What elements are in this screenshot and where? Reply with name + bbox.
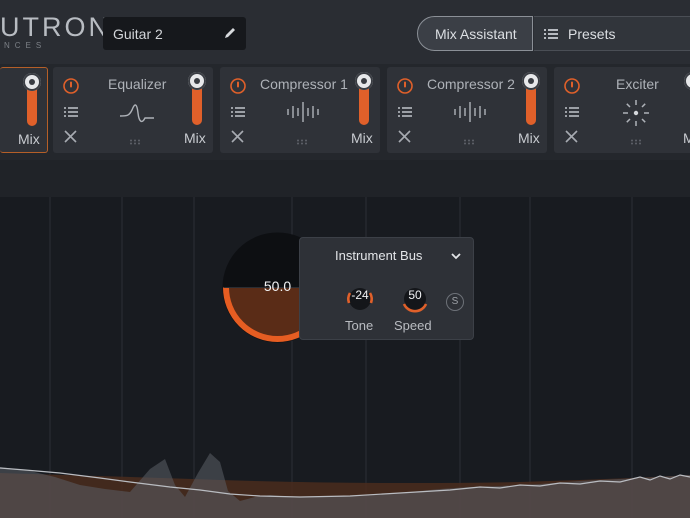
mix-fader-knob[interactable] [522, 72, 540, 90]
module-title: Equalizer [108, 76, 167, 92]
presets-label: Presets [568, 26, 616, 42]
module-partial[interactable]: Mix [0, 67, 48, 153]
drag-handle-icon[interactable] [129, 139, 141, 145]
section-divider [0, 160, 690, 197]
compressor-icon [287, 102, 319, 122]
preset-name-field[interactable]: Guitar 2 [103, 17, 246, 50]
mix-fader-knob[interactable] [355, 72, 373, 90]
close-icon[interactable] [64, 130, 77, 143]
mix-fader-knob[interactable] [684, 72, 690, 90]
module-compressor-1[interactable]: Compressor 1 Mix [220, 67, 380, 153]
module-compressor-2[interactable]: Compressor 2 Mix [387, 67, 547, 153]
module-equalizer[interactable]: Equalizer Mix [53, 67, 213, 153]
menu-icon[interactable] [398, 106, 412, 118]
list-icon [544, 29, 558, 39]
drag-handle-icon[interactable] [296, 139, 308, 145]
module-title: Compressor 2 [427, 76, 515, 92]
close-icon[interactable] [231, 130, 244, 143]
power-icon[interactable] [564, 78, 580, 94]
power-icon[interactable] [397, 78, 413, 94]
drag-handle-icon[interactable] [630, 139, 642, 145]
mix-assistant-label: Mix Assistant [435, 26, 517, 42]
mix-assistant-button[interactable]: Mix Assistant [417, 16, 533, 51]
menu-icon[interactable] [231, 106, 245, 118]
tone-value: -24 [351, 288, 369, 302]
speed-label: Speed [394, 318, 432, 333]
app-logo-subtitle: NCES [4, 41, 47, 50]
mix-assistant-panel: Instrument Bus -24 Tone 50 Speed S [299, 237, 474, 340]
pencil-icon[interactable] [222, 25, 238, 41]
close-icon[interactable] [565, 130, 578, 143]
power-icon[interactable] [63, 78, 79, 94]
top-bar: UTRON NCES Guitar 2 Mix Assistant Preset… [0, 0, 690, 65]
close-icon[interactable] [398, 130, 411, 143]
drag-handle-icon[interactable] [463, 139, 475, 145]
mix-fader-knob[interactable] [188, 72, 206, 90]
app-logo: UTRON [0, 12, 111, 42]
compressor-icon [454, 102, 486, 122]
bus-type-select[interactable]: Instrument Bus [335, 248, 422, 263]
tone-label: Tone [345, 318, 374, 333]
power-icon[interactable] [230, 78, 246, 94]
presets-button[interactable]: Presets [534, 16, 690, 51]
speed-value: 50 [408, 288, 422, 302]
menu-icon[interactable] [565, 106, 579, 118]
module-exciter[interactable]: Exciter M [554, 67, 690, 153]
mix-fader-knob[interactable] [23, 73, 41, 91]
module-title: Compressor 1 [260, 76, 348, 92]
chevron-down-icon[interactable] [450, 251, 462, 261]
mix-label: Mix [18, 131, 40, 147]
preset-name: Guitar 2 [113, 26, 163, 42]
mix-label: M [683, 130, 690, 146]
s-button[interactable]: S [446, 293, 464, 311]
menu-icon[interactable] [64, 106, 78, 118]
module-title: Exciter [616, 76, 659, 92]
mix-label: Mix [184, 130, 206, 146]
eq-curve-icon [119, 104, 154, 123]
module-chain: Mix Equalizer Mix Compressor 1 Mix Compr… [0, 64, 690, 160]
mix-label: Mix [351, 130, 373, 146]
exciter-icon [623, 100, 649, 126]
mix-label: Mix [518, 130, 540, 146]
